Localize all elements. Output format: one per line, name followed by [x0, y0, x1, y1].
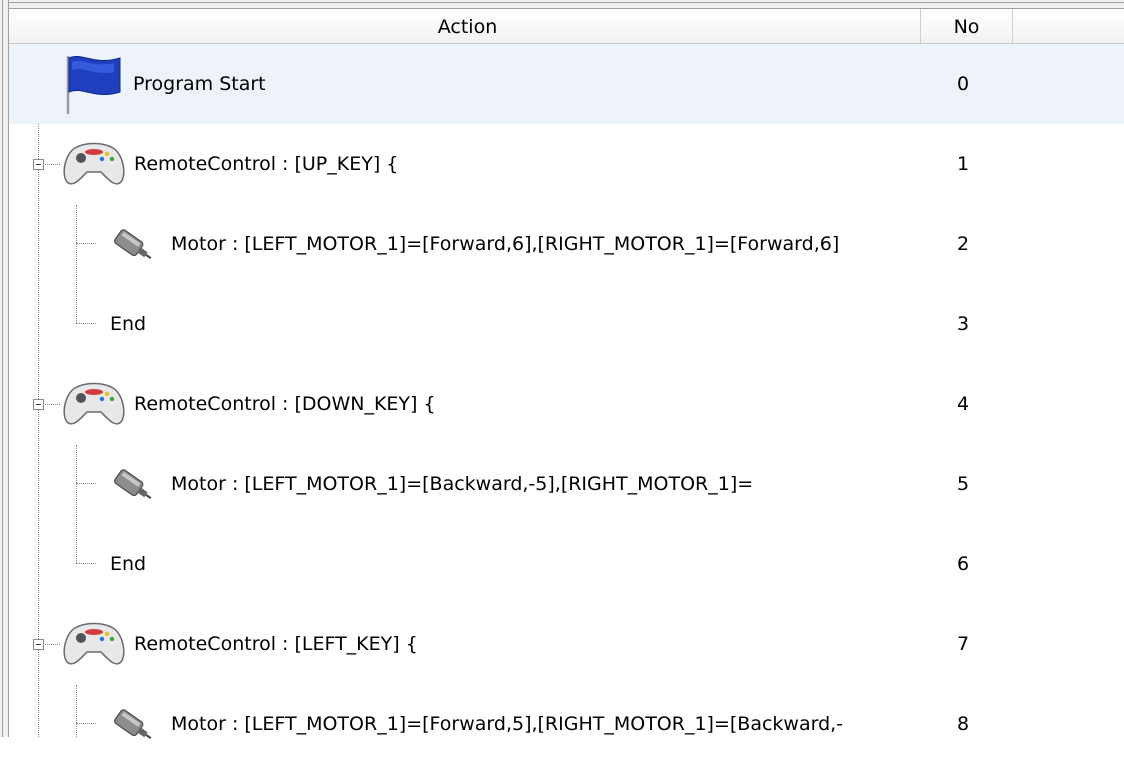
motor-icon — [114, 709, 152, 740]
motor-icon — [114, 469, 152, 500]
column-header: Action No — [9, 9, 1124, 44]
tree-row-number: 5 — [957, 473, 970, 495]
tree-row-number: 8 — [957, 713, 970, 735]
collapse-toggle[interactable] — [33, 639, 44, 650]
tree-row-motor[interactable]: Motor : [LEFT_MOTOR_1]=[Backward,-5],[RI… — [9, 444, 1124, 524]
tree-row-label: RemoteControl : [UP_KEY] { — [134, 153, 399, 175]
tree-row-label: End — [110, 553, 147, 575]
flag-icon — [66, 56, 121, 114]
tree-row-number: 3 — [957, 313, 970, 335]
tree-row-label: End — [110, 313, 147, 335]
tree-row-label: RemoteControl : [LEFT_KEY] { — [134, 633, 418, 655]
tree-row-number: 1 — [957, 153, 970, 175]
tree-row-motor[interactable]: Motor : [LEFT_MOTOR_1]=[Forward,6],[RIGH… — [9, 204, 1124, 284]
tree-row-remote-control[interactable]: RemoteControl : [DOWN_KEY] { 4 — [9, 364, 1124, 444]
tree-row-end[interactable]: End 3 — [9, 284, 1124, 364]
tree-row-label: Program Start — [133, 73, 266, 95]
tree-row-number: 7 — [957, 633, 970, 655]
gamepad-icon — [63, 142, 125, 185]
collapse-toggle[interactable] — [33, 399, 44, 410]
tree-row-label: Motor : [LEFT_MOTOR_1]=[Backward,-5],[RI… — [171, 473, 754, 495]
tree-row-program-start[interactable]: Program Start 0 — [9, 44, 1124, 124]
collapse-toggle[interactable] — [33, 159, 44, 170]
tree-row-number: 6 — [957, 553, 970, 575]
tree-row-label: Motor : [LEFT_MOTOR_1]=[Forward,5],[RIGH… — [171, 713, 844, 735]
tree-row-number: 0 — [957, 73, 970, 95]
window-frame-top — [0, 0, 1124, 9]
window-frame-left — [0, 0, 9, 737]
tree-row-number: 2 — [957, 233, 970, 255]
tree-row-label: RemoteControl : [DOWN_KEY] { — [134, 393, 436, 415]
tree-row-motor[interactable]: Motor : [LEFT_MOTOR_1]=[Forward,5],[RIGH… — [9, 684, 1124, 764]
tree-row-remote-control[interactable]: RemoteControl : [LEFT_KEY] { 7 — [9, 604, 1124, 684]
column-header-action[interactable]: Action — [15, 9, 921, 43]
gamepad-icon — [63, 382, 125, 425]
motor-icon — [114, 229, 152, 260]
column-header-no[interactable]: No — [921, 9, 1013, 43]
tree-row-label: Motor : [LEFT_MOTOR_1]=[Forward,6],[RIGH… — [171, 233, 840, 255]
tree-row-end[interactable]: End 6 — [9, 524, 1124, 604]
gamepad-icon — [63, 622, 125, 665]
tree-row-remote-control[interactable]: RemoteControl : [UP_KEY] { 1 — [9, 124, 1124, 204]
tree-row-number: 4 — [957, 393, 970, 415]
